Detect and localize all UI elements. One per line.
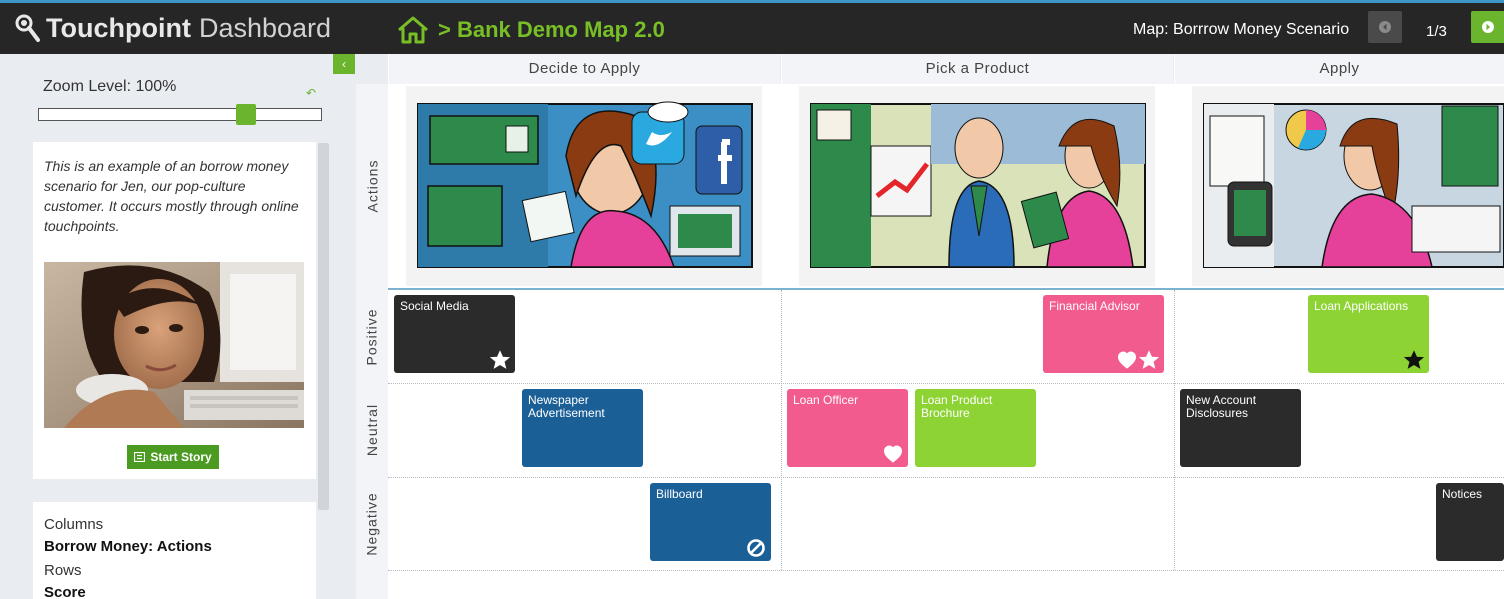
row-label-positive-text: Positive — [364, 307, 380, 366]
next-arrow-icon — [1482, 21, 1494, 33]
apply-illustration — [1203, 103, 1504, 268]
touchpoint-card-label: Newspaper Advertisement — [528, 393, 605, 420]
touchpoint-card-billboard[interactable]: Billboard — [650, 483, 771, 561]
touchpoint-card-loan-applications[interactable]: Loan Applications — [1308, 295, 1429, 373]
touchpoint-card-social-media[interactable]: Social Media — [394, 295, 515, 373]
zoom-level-label: Zoom Level: 100% — [43, 78, 177, 95]
card-icons — [883, 444, 903, 464]
start-story-label: Start Story — [150, 450, 212, 464]
row-label-positive: Positive — [356, 290, 388, 383]
action-image-apply[interactable] — [1192, 86, 1504, 286]
zoom-slider-track[interactable] — [38, 104, 322, 125]
column-header-decide-to-apply: Decide to Apply — [388, 54, 780, 84]
row-label-neutral-text: Neutral — [364, 403, 381, 457]
touchpoint-card-label: Loan Officer — [793, 393, 859, 407]
map-scenario-label: Map: Borrrow Money Scenario — [1133, 21, 1350, 38]
column-divider-1 — [781, 290, 782, 570]
story-icon — [134, 452, 146, 462]
sidebar: ‹ Zoom Level: 100% ↶ This is an example … — [0, 54, 356, 599]
row-label-actions: Actions — [356, 84, 388, 288]
heart-icon — [883, 445, 903, 463]
rows-value: Score — [44, 584, 86, 599]
rows-label: Rows — [44, 562, 82, 579]
map-info-card: Columns Borrow Money: Actions Rows Score — [33, 502, 316, 599]
customer-persona-photo — [44, 262, 304, 428]
touchpoint-card-label: Social Media — [400, 299, 469, 313]
touchpoint-card-new-account-disclosures[interactable]: New Account Disclosures — [1180, 389, 1301, 467]
brand-title-light: Dashboard — [198, 12, 332, 43]
heart-icon — [1117, 351, 1137, 369]
card-icons — [490, 350, 510, 370]
touchpoint-card-label: Loan Applications — [1314, 299, 1409, 313]
star-icon — [1404, 350, 1424, 369]
next-map-button[interactable] — [1471, 11, 1504, 43]
story-description: This is an example of an borrow money sc… — [44, 158, 299, 234]
columns-label: Columns — [44, 516, 104, 533]
touchpoint-card-label: Financial Advisor — [1049, 299, 1140, 313]
row-label-actions-text: Actions — [364, 159, 381, 213]
previous-map-button[interactable] — [1368, 11, 1402, 43]
map-page-indicator: 1/3 — [1426, 23, 1447, 40]
zoom-reset-icon[interactable]: ↶ — [306, 86, 316, 100]
touchpoint-card-label: Loan Product Brochure — [921, 393, 993, 420]
touchpoint-card-newspaper-advertisement[interactable]: Newspaper Advertisement — [522, 389, 643, 467]
touchpoint-card-loan-officer[interactable]: Loan Officer — [787, 389, 908, 467]
collapse-sidebar-button[interactable]: ‹ — [333, 54, 355, 74]
column-header-apply: Apply — [1174, 54, 1504, 84]
zoom-slider-handle[interactable] — [236, 104, 256, 125]
star-icon — [1139, 350, 1159, 369]
row-divider-neutral — [388, 477, 1504, 478]
brand-logo[interactable]: Touchpoint Dashboard — [14, 10, 331, 46]
row-label-negative: Negative — [356, 477, 388, 570]
column-divider-2 — [1174, 290, 1175, 570]
decide-to-apply-illustration — [417, 101, 753, 268]
card-icons — [1404, 350, 1424, 370]
story-card: This is an example of an borrow money sc… — [33, 142, 316, 479]
column-header-bar: Decide to Apply Pick a Product Apply — [356, 54, 1504, 84]
touchpoint-dashboard-app: Touchpoint Dashboard > Bank Demo Map 2.0… — [0, 0, 1504, 599]
touchpoint-card-label: Notices — [1442, 487, 1483, 501]
action-image-decide-to-apply[interactable] — [406, 86, 762, 286]
columns-value: Borrow Money: Actions — [44, 538, 212, 555]
actions-row-divider — [388, 288, 1504, 290]
ban-icon — [747, 539, 765, 557]
breadcrumb: > Bank Demo Map 2.0 — [396, 14, 665, 46]
touchpoint-grid: Social Media Financial Advisor Loan Appl… — [388, 84, 1504, 599]
touchpoint-card-loan-product-brochure[interactable]: Loan Product Brochure — [915, 389, 1036, 467]
card-icons — [746, 538, 766, 558]
row-divider-negative — [388, 570, 1504, 571]
pick-a-product-illustration — [810, 103, 1146, 268]
brand-title-bold: Touchpoint — [46, 12, 191, 43]
row-label-bar: Actions Positive Neutral Negative — [356, 84, 388, 599]
card-icons — [1117, 350, 1159, 370]
previous-arrow-icon — [1379, 21, 1391, 33]
start-story-button[interactable]: Start Story — [127, 445, 219, 469]
row-label-neutral: Neutral — [356, 383, 388, 477]
breadcrumb-map-name[interactable]: > Bank Demo Map 2.0 — [438, 17, 665, 43]
action-image-pick-a-product[interactable] — [799, 86, 1155, 286]
touchpoint-card-label: New Account Disclosures — [1186, 393, 1257, 420]
sidebar-scrollbar[interactable] — [318, 143, 329, 510]
magnifier-logo-icon — [15, 14, 40, 42]
home-icon[interactable] — [396, 15, 430, 45]
top-header: Touchpoint Dashboard > Bank Demo Map 2.0… — [0, 0, 1504, 54]
touchpoint-card-label: Billboard — [656, 487, 703, 501]
row-label-negative-text: Negative — [364, 491, 381, 556]
star-icon — [490, 350, 510, 369]
touchpoint-card-notices[interactable]: Notices — [1436, 483, 1504, 561]
row-divider-positive — [388, 383, 1504, 384]
touchpoint-card-financial-advisor[interactable]: Financial Advisor — [1043, 295, 1164, 373]
column-header-pick-a-product: Pick a Product — [781, 54, 1173, 84]
